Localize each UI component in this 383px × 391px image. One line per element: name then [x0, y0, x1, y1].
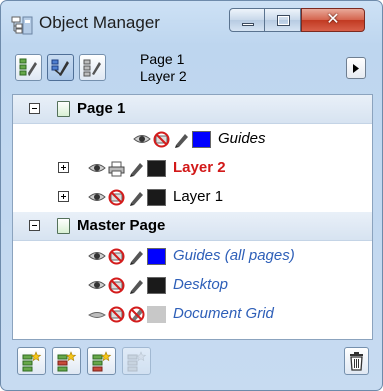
- maximize-button[interactable]: [265, 8, 301, 32]
- master-page-label: Master Page: [77, 217, 166, 234]
- eye-visible-icon[interactable]: [133, 131, 151, 148]
- layer-name-desktop: Desktop: [173, 276, 229, 293]
- object-manager-window: Object Manager ✕ Page 1 Layer 2 Page 1 G…: [0, 0, 383, 391]
- new-master-layer-icon: [57, 351, 77, 372]
- printer-icon[interactable]: [108, 160, 125, 177]
- layer-color-swatch[interactable]: [147, 277, 166, 294]
- new-master-layer-all-pages-button[interactable]: [87, 347, 116, 375]
- print-disabled-icon[interactable]: [153, 131, 170, 148]
- pencil-editable-icon[interactable]: [128, 277, 145, 294]
- edit-disabled-icon[interactable]: [128, 306, 145, 323]
- page-icon: [57, 101, 70, 117]
- current-page-label: Page 1: [140, 51, 185, 67]
- page-1-label: Page 1: [77, 100, 126, 117]
- flyout-arrow-icon: [353, 64, 359, 73]
- expand-layer-2-icon[interactable]: [58, 162, 69, 173]
- print-disabled-icon[interactable]: [108, 277, 125, 294]
- new-master-layer-all-pages-icon: [92, 351, 112, 372]
- master-page-node[interactable]: Master Page: [13, 212, 372, 241]
- collapse-page-1-icon[interactable]: [29, 103, 40, 114]
- layer-manager-view-button[interactable]: [79, 54, 106, 81]
- master-page-icon: [57, 218, 70, 234]
- print-disabled-icon[interactable]: [108, 306, 125, 323]
- page-1-node[interactable]: Page 1: [13, 95, 372, 124]
- eye-visible-icon[interactable]: [88, 160, 106, 177]
- print-disabled-icon[interactable]: [108, 189, 125, 206]
- top-toolbar: Page 1 Layer 2: [1, 45, 382, 95]
- close-button[interactable]: ✕: [301, 8, 365, 32]
- layer-name-guides: Guides: [218, 130, 266, 147]
- layer-row-layer-1[interactable]: Layer 1: [13, 183, 372, 212]
- pencil-editable-icon[interactable]: [128, 248, 145, 265]
- layer-color-swatch[interactable]: [147, 306, 166, 323]
- trash-icon: [350, 352, 363, 371]
- layer-color-swatch[interactable]: [147, 248, 166, 265]
- expand-layer-1-icon[interactable]: [58, 191, 69, 202]
- show-object-properties-icon: [19, 58, 37, 76]
- layer-row-document-grid[interactable]: Document Grid: [13, 300, 372, 329]
- collapse-master-page-icon[interactable]: [29, 220, 40, 231]
- minimize-icon: [242, 23, 254, 26]
- window-title: Object Manager: [39, 13, 160, 32]
- show-object-properties-button[interactable]: [15, 54, 42, 81]
- layer-manager-view-icon: [83, 59, 101, 77]
- maximize-icon: [277, 15, 290, 26]
- current-page-layer-info: Page 1 Layer 2: [140, 51, 187, 85]
- layer-row-guides-all-pages[interactable]: Guides (all pages): [13, 242, 372, 271]
- layer-name-document-grid: Document Grid: [173, 305, 274, 322]
- flyout-menu-button[interactable]: [346, 57, 366, 79]
- layer-color-swatch[interactable]: [192, 131, 211, 148]
- new-layer-icon: [22, 351, 42, 372]
- object-manager-app-icon: [11, 16, 33, 35]
- pencil-editable-icon[interactable]: [173, 131, 190, 148]
- current-layer-label: Layer 2: [140, 68, 187, 84]
- close-icon: ✕: [326, 11, 340, 28]
- layer-name-layer-1: Layer 1: [173, 188, 224, 205]
- layer-row-layer-2[interactable]: Layer 2: [13, 154, 372, 183]
- minimize-button[interactable]: [229, 8, 265, 32]
- delete-button[interactable]: [344, 347, 369, 375]
- new-master-layer-disabled-button[interactable]: [122, 347, 151, 375]
- layer-color-swatch[interactable]: [147, 189, 166, 206]
- eye-visible-icon[interactable]: [88, 277, 106, 294]
- layer-color-swatch[interactable]: [147, 160, 166, 177]
- edit-across-layers-button[interactable]: [47, 54, 74, 81]
- pencil-editable-icon[interactable]: [128, 189, 145, 206]
- bottom-toolbar: [1, 341, 382, 390]
- eye-hidden-icon[interactable]: [88, 306, 106, 323]
- layer-name-layer-2: Layer 2: [173, 159, 226, 176]
- layer-name-guides-all-pages: Guides (all pages): [173, 247, 295, 264]
- new-master-layer-disabled-icon: [127, 351, 147, 372]
- title-bar[interactable]: Object Manager ✕: [1, 1, 382, 45]
- layer-row-guides[interactable]: Guides: [13, 125, 372, 154]
- new-layer-button[interactable]: [17, 347, 46, 375]
- eye-visible-icon[interactable]: [88, 248, 106, 265]
- print-disabled-icon[interactable]: [108, 248, 125, 265]
- object-tree: Page 1 Guides Layer 2 Layer 1 Master Pag…: [12, 94, 373, 340]
- edit-across-layers-icon: [51, 59, 69, 76]
- pencil-editable-icon[interactable]: [128, 160, 145, 177]
- eye-visible-icon[interactable]: [88, 189, 106, 206]
- layer-row-desktop[interactable]: Desktop: [13, 271, 372, 300]
- new-master-layer-button[interactable]: [52, 347, 81, 375]
